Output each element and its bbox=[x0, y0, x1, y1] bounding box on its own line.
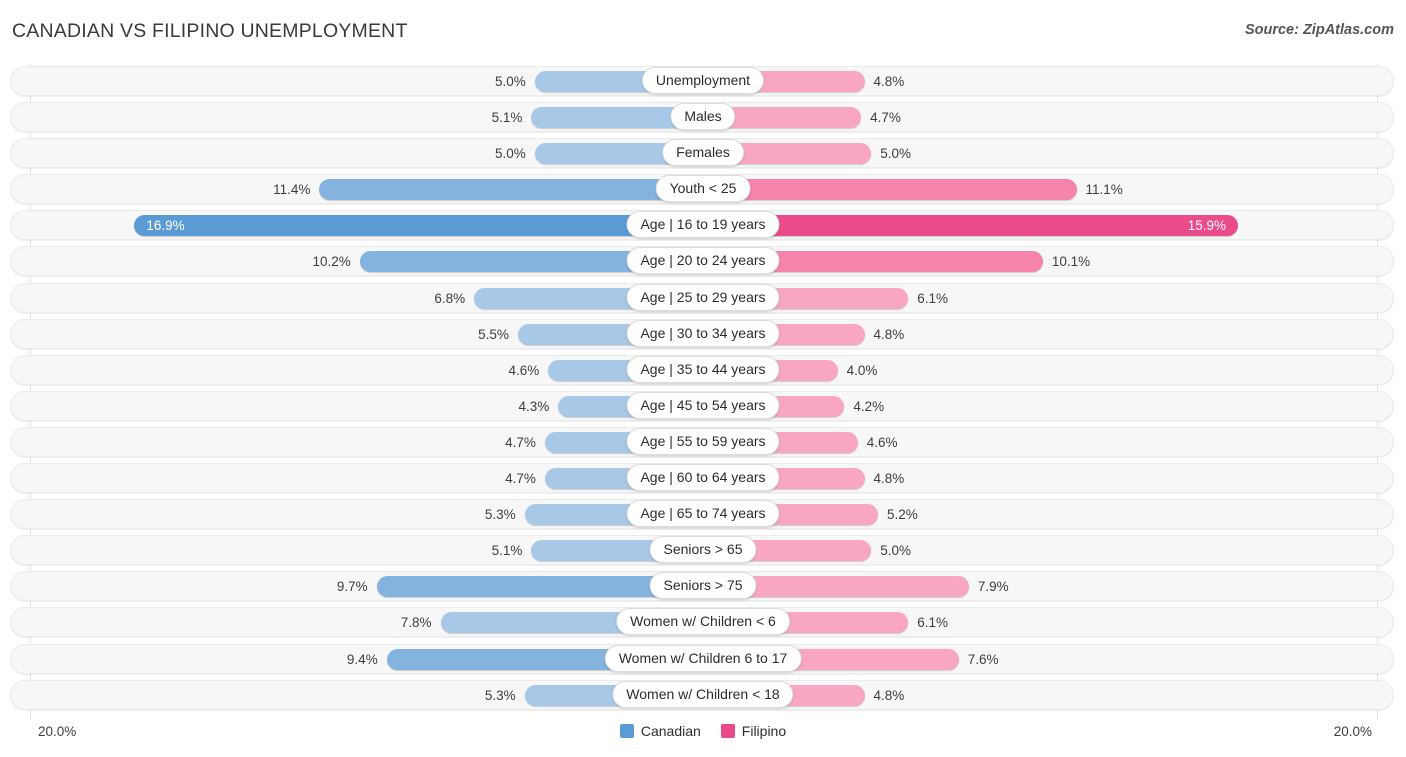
category-label-pill: Women w/ Children 6 to 17 bbox=[604, 644, 802, 672]
chart-footer: 20.0% 20.0% Canadian Filipino bbox=[0, 718, 1406, 757]
value-label-canadian: 9.4% bbox=[346, 651, 378, 667]
value-label-canadian: 7.8% bbox=[400, 615, 432, 631]
value-label-filipino: 4.8% bbox=[873, 74, 905, 89]
category-label-pill: Females bbox=[662, 139, 744, 167]
value-label-canadian: 16.9% bbox=[146, 218, 185, 234]
value-label-canadian: 10.2% bbox=[312, 254, 351, 270]
value-label-canadian: 4.7% bbox=[505, 471, 536, 487]
value-label-filipino: 4.8% bbox=[873, 687, 905, 703]
value-label-filipino: 7.6% bbox=[967, 651, 999, 667]
category-label-pill: Age | 30 to 34 years bbox=[626, 319, 780, 347]
value-label-filipino: 11.1% bbox=[1085, 182, 1123, 198]
value-label-filipino: 4.6% bbox=[866, 434, 898, 450]
page-title: CANADIAN VS FILIPINO UNEMPLOYMENT bbox=[12, 20, 408, 42]
value-label-canadian: 5.3% bbox=[484, 687, 516, 703]
category-label-pill: Age | 65 to 74 years bbox=[626, 500, 780, 528]
value-label-filipino: 5.2% bbox=[886, 507, 918, 523]
bar-row: 9.7% 7.9% Seniors > 75 bbox=[0, 569, 1406, 605]
bar-row: 4.7% 4.6% Age | 55 to 59 years bbox=[0, 425, 1406, 461]
bar-row: 16.9% 15.9% Age | 16 to 19 years bbox=[0, 208, 1406, 244]
legend-item[interactable]: Filipino bbox=[720, 723, 787, 739]
value-label-filipino: 4.8% bbox=[873, 326, 905, 342]
bar-filipino[interactable] bbox=[703, 215, 1239, 237]
bar-row: 5.0% 5.0% Females bbox=[0, 136, 1406, 172]
value-label-filipino: 6.1% bbox=[917, 290, 949, 306]
category-label-pill: Age | 55 to 59 years bbox=[626, 427, 780, 455]
category-label-pill: Unemployment bbox=[641, 67, 765, 94]
bar-row: 9.4% 7.6% Women w/ Children 6 to 17 bbox=[0, 642, 1406, 678]
bar-rows-container: 5.0% 4.8% Unemployment 5.1% 4.7% Males 5.0% 5.0… bbox=[0, 64, 1406, 714]
legend-item[interactable]: Canadian bbox=[619, 723, 701, 739]
value-label-canadian: 5.0% bbox=[494, 74, 526, 89]
value-label-filipino: 4.0% bbox=[846, 362, 878, 378]
value-label-filipino: 6.1% bbox=[917, 615, 949, 631]
category-label-pill: Males bbox=[670, 103, 736, 131]
bar-row: 10.2% 10.1% Age | 20 to 24 years bbox=[0, 244, 1406, 280]
category-label-pill: Youth < 25 bbox=[655, 175, 751, 203]
value-label-canadian: 4.7% bbox=[505, 434, 536, 450]
bar-canadian[interactable] bbox=[134, 215, 703, 237]
category-label-pill: Women w/ Children < 6 bbox=[616, 608, 790, 636]
value-label-filipino: 5.0% bbox=[880, 543, 912, 559]
category-label-pill: Women w/ Children < 18 bbox=[612, 680, 794, 708]
bar-row: 5.5% 4.8% Age | 30 to 34 years bbox=[0, 317, 1406, 353]
category-label-pill: Age | 35 to 44 years bbox=[626, 355, 780, 383]
value-label-canadian: 9.7% bbox=[336, 579, 368, 595]
category-label-pill: Seniors > 75 bbox=[649, 572, 757, 600]
legend-swatch-icon bbox=[720, 724, 735, 738]
value-label-canadian: 4.3% bbox=[518, 398, 550, 414]
bar-row: 11.4% 11.1% Youth < 25 bbox=[0, 172, 1406, 208]
bar-row: 4.3% 4.2% Age | 45 to 54 years bbox=[0, 389, 1406, 425]
category-label-pill: Age | 20 to 24 years bbox=[626, 247, 780, 275]
value-label-filipino: 15.9% bbox=[1187, 218, 1227, 234]
chart-page: CANADIAN VS FILIPINO UNEMPLOYMENT Source… bbox=[0, 0, 1406, 757]
source-attribution: Source: ZipAtlas.com bbox=[1244, 22, 1394, 38]
value-label-canadian: 5.0% bbox=[494, 146, 526, 162]
value-label-canadian: 5.1% bbox=[491, 110, 523, 126]
value-label-canadian: 4.6% bbox=[508, 362, 540, 378]
chart-plot-area: 5.0% 4.8% Unemployment 5.1% 4.7% Males 5.0% 5.0… bbox=[0, 58, 1406, 720]
value-label-canadian: 5.1% bbox=[491, 543, 523, 559]
bar-row: 5.1% 5.0% Seniors > 65 bbox=[0, 533, 1406, 569]
value-label-canadian: 11.4% bbox=[273, 182, 311, 198]
value-label-canadian: 5.5% bbox=[478, 326, 509, 342]
value-label-filipino: 4.7% bbox=[870, 110, 901, 126]
category-label-pill: Age | 16 to 19 years bbox=[626, 211, 780, 239]
value-label-filipino: 4.2% bbox=[853, 398, 885, 414]
legend-item-label: Canadian bbox=[640, 723, 701, 739]
bar-filipino[interactable] bbox=[703, 179, 1077, 201]
chart-header: CANADIAN VS FILIPINO UNEMPLOYMENT Source… bbox=[0, 0, 1406, 58]
value-label-filipino: 10.1% bbox=[1051, 254, 1091, 270]
category-label-pill: Age | 25 to 29 years bbox=[626, 283, 780, 311]
value-label-canadian: 6.8% bbox=[434, 290, 466, 306]
chart-legend: Canadian Filipino bbox=[0, 723, 1406, 739]
bar-canadian[interactable] bbox=[319, 179, 703, 201]
bar-row: 4.7% 4.8% Age | 60 to 64 years bbox=[0, 461, 1406, 497]
value-label-filipino: 5.0% bbox=[880, 146, 912, 162]
bar-row: 6.8% 6.1% Age | 25 to 29 years bbox=[0, 281, 1406, 317]
value-label-filipino: 7.9% bbox=[977, 579, 1009, 595]
legend-swatch-icon bbox=[619, 724, 634, 738]
value-label-filipino: 4.8% bbox=[873, 471, 905, 487]
category-label-pill: Seniors > 65 bbox=[649, 536, 757, 564]
category-label-pill: Age | 60 to 64 years bbox=[626, 464, 780, 492]
category-label-pill: Age | 45 to 54 years bbox=[626, 391, 780, 419]
bar-row: 5.0% 4.8% Unemployment bbox=[0, 64, 1406, 100]
value-label-canadian: 5.3% bbox=[484, 507, 516, 523]
legend-item-label: Filipino bbox=[741, 723, 787, 739]
bar-row: 5.3% 5.2% Age | 65 to 74 years bbox=[0, 497, 1406, 533]
bar-row: 4.6% 4.0% Age | 35 to 44 years bbox=[0, 353, 1406, 389]
bar-row: 5.1% 4.7% Males bbox=[0, 100, 1406, 136]
bar-row: 5.3% 4.8% Women w/ Children < 18 bbox=[0, 678, 1406, 714]
bar-row: 7.8% 6.1% Women w/ Children < 6 bbox=[0, 605, 1406, 641]
